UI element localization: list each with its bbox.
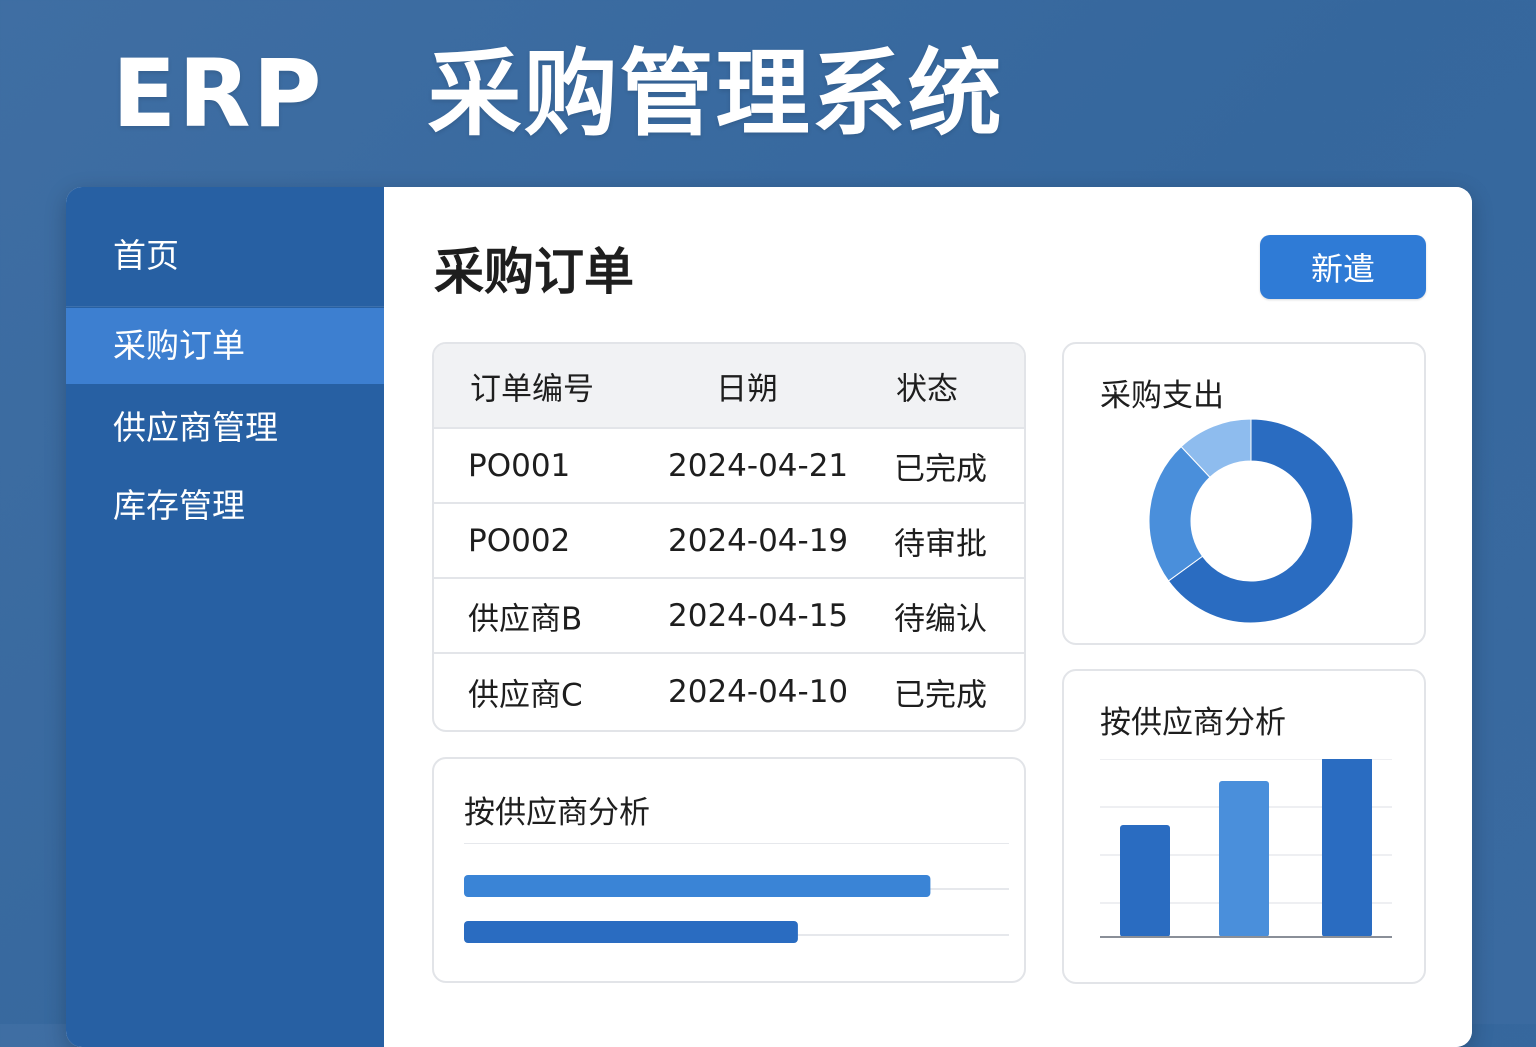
status-cell: 已完成 (894, 451, 987, 487)
table-row[interactable]: PO002 2024-04-19 待审批 (434, 504, 1024, 579)
status-cell: 已完成 (894, 677, 987, 713)
spend-card: 采购支出 (1062, 342, 1426, 645)
hbar (464, 921, 798, 943)
column-header-order-id[interactable]: 订单编号 (470, 363, 594, 408)
sidebar-item-purchase-orders[interactable]: 采购订单 (66, 308, 384, 384)
order-id-cell: PO001 (468, 447, 571, 484)
vbar (1219, 781, 1269, 937)
sidebar-item-home[interactable]: 首页 (66, 229, 384, 277)
order-id-cell: 供应商B (468, 601, 583, 637)
sidebar-item-suppliers[interactable]: 供应商管理 (66, 401, 384, 449)
app-window: 首页 采购订单 供应商管理 库存管理 采购订单 新遣 订单编号 日朔 状态 PO… (66, 187, 1472, 1047)
page-title: 采购订单 (434, 243, 634, 301)
hbar-chart (464, 843, 1009, 943)
order-id-cell: PO002 (468, 522, 571, 559)
table-row[interactable]: 供应商C 2024-04-10 已完成 (434, 654, 1024, 729)
table-row[interactable]: 供应商B 2024-04-15 待编认 (434, 579, 1024, 654)
supplier-analysis-hbar-card: 按供应商分析 (432, 757, 1026, 983)
vbar (1120, 825, 1170, 937)
order-id-cell: 供应商C (468, 677, 583, 713)
column-header-status[interactable]: 状态 (896, 363, 958, 408)
card-title: 按供应商分析 (464, 795, 650, 831)
main-content: 采购订单 新遣 订单编号 日朔 状态 PO001 2024-04-21 已完成 … (384, 187, 1472, 1047)
supplier-analysis-vbar-card: 按供应商分析 (1062, 669, 1426, 984)
column-header-date[interactable]: 日朔 (716, 363, 778, 408)
date-cell: 2024-04-10 (668, 673, 849, 710)
donut-chart (1148, 418, 1354, 624)
status-cell: 待审批 (894, 526, 987, 562)
date-cell: 2024-04-19 (668, 522, 849, 559)
status-cell: 待编认 (894, 601, 987, 637)
new-button[interactable]: 新遣 (1260, 235, 1426, 299)
table-header: 订单编号 日朔 状态 (434, 344, 1024, 429)
card-title: 按供应商分析 (1100, 705, 1286, 741)
orders-table: 订单编号 日朔 状态 PO001 2024-04-21 已完成 PO002 20… (432, 342, 1026, 732)
app-title: ERP 采购管理系统 (112, 40, 1004, 149)
sidebar: 首页 采购订单 供应商管理 库存管理 (66, 187, 384, 1047)
hbar (464, 875, 931, 897)
sidebar-item-inventory[interactable]: 库存管理 (66, 479, 384, 527)
card-title: 采购支出 (1100, 378, 1224, 414)
date-cell: 2024-04-21 (668, 447, 849, 484)
table-row[interactable]: PO001 2024-04-21 已完成 (434, 429, 1024, 504)
vbar (1322, 759, 1372, 937)
vbar-chart (1100, 759, 1392, 938)
date-cell: 2024-04-15 (668, 597, 849, 634)
